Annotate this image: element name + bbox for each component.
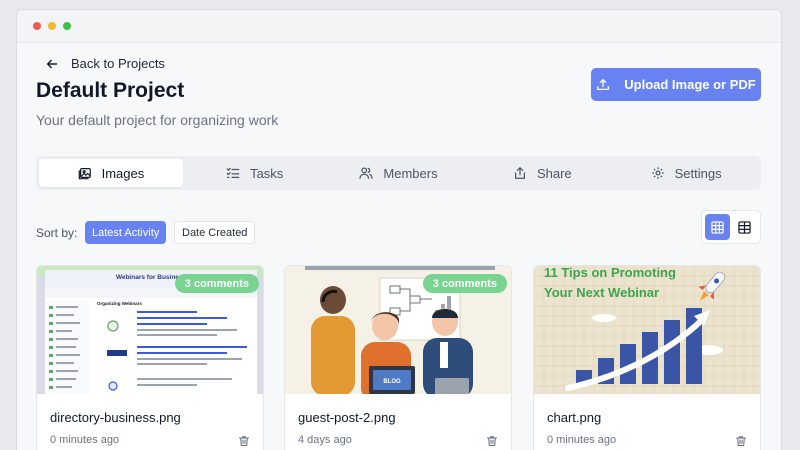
trash-icon[interactable] xyxy=(238,435,250,447)
page-title: Default Project xyxy=(36,79,185,102)
thumb-title-line1: 11 Tips on Promoting xyxy=(544,266,676,280)
comments-badge: 3 comments xyxy=(422,274,507,293)
image-card[interactable]: 11 Tips on Promoting Your Next Webinar c… xyxy=(533,265,761,450)
tab-label: Share xyxy=(536,165,572,181)
upload-button[interactable]: Upload Image or PDF xyxy=(591,68,761,101)
share-icon xyxy=(514,167,525,179)
maximize-window-dot[interactable] xyxy=(63,22,71,30)
tab-share[interactable]: Share xyxy=(470,159,614,187)
image-icon xyxy=(78,168,91,180)
thumb-nav-title: Organizing Webinars xyxy=(97,301,142,306)
file-name: guest-post-2.png xyxy=(298,410,396,425)
table-icon xyxy=(738,220,751,234)
tab-images[interactable]: Images xyxy=(39,159,183,187)
sort-latest-activity-button[interactable]: Latest Activity xyxy=(85,221,167,244)
title-bar xyxy=(17,10,781,43)
file-name: directory-business.png xyxy=(50,410,181,425)
thumbnail-chart: 11 Tips on Promoting Your Next Webinar xyxy=(534,266,760,394)
grid-view-button[interactable] xyxy=(705,214,730,240)
file-time: 0 minutes ago xyxy=(547,434,617,446)
trash-icon[interactable] xyxy=(486,435,498,447)
page-subtitle: Your default project for organizing work xyxy=(36,112,279,128)
tab-label: Members xyxy=(383,165,438,181)
view-toggle xyxy=(701,210,761,244)
file-time: 0 minutes ago xyxy=(50,434,120,446)
back-label: Back to Projects xyxy=(71,56,165,71)
file-time: 4 days ago xyxy=(298,434,352,446)
thumb-title-line2: Your Next Webinar xyxy=(544,285,659,300)
checklist-icon xyxy=(226,167,240,178)
table-view-button[interactable] xyxy=(732,214,757,240)
tab-members[interactable]: Members xyxy=(327,159,471,187)
tab-label: Tasks xyxy=(250,165,284,181)
thumb-laptop-text: BLOG xyxy=(383,379,401,385)
sort-label: Sort by: xyxy=(36,226,78,240)
back-to-projects-link[interactable]: Back to Projects xyxy=(45,56,165,71)
comments-badge: 3 comments xyxy=(174,274,259,293)
minimize-window-dot[interactable] xyxy=(48,22,56,30)
file-name: chart.png xyxy=(547,410,602,425)
image-card[interactable]: Webinars for Business Organizing Webinar… xyxy=(36,265,264,450)
grid-icon xyxy=(711,220,724,234)
trash-icon[interactable] xyxy=(735,435,747,447)
tab-label: Settings xyxy=(674,165,722,181)
thumbnail-guest-post: BLOG 3 comments xyxy=(285,266,511,394)
sort-date-created-button[interactable]: Date Created xyxy=(174,221,256,244)
upload-icon xyxy=(597,78,610,90)
users-icon xyxy=(359,167,373,179)
close-window-dot[interactable] xyxy=(33,22,41,30)
tab-tasks[interactable]: Tasks xyxy=(183,159,327,187)
arrow-left-icon xyxy=(46,59,58,68)
project-tabs: Images Tasks Members Share Settings xyxy=(36,156,761,190)
tab-settings[interactable]: Settings xyxy=(614,159,758,187)
gear-icon xyxy=(651,167,664,179)
image-card[interactable]: BLOG 3 comments guest-post-2.png 4 days … xyxy=(284,265,512,450)
tab-label: Images xyxy=(101,165,145,181)
upload-label: Upload Image or PDF xyxy=(624,77,756,92)
thumbnail-directory-business: Webinars for Business Organizing Webinar… xyxy=(37,266,263,394)
browser-window: Back to Projects Default Project Your de… xyxy=(16,9,782,450)
